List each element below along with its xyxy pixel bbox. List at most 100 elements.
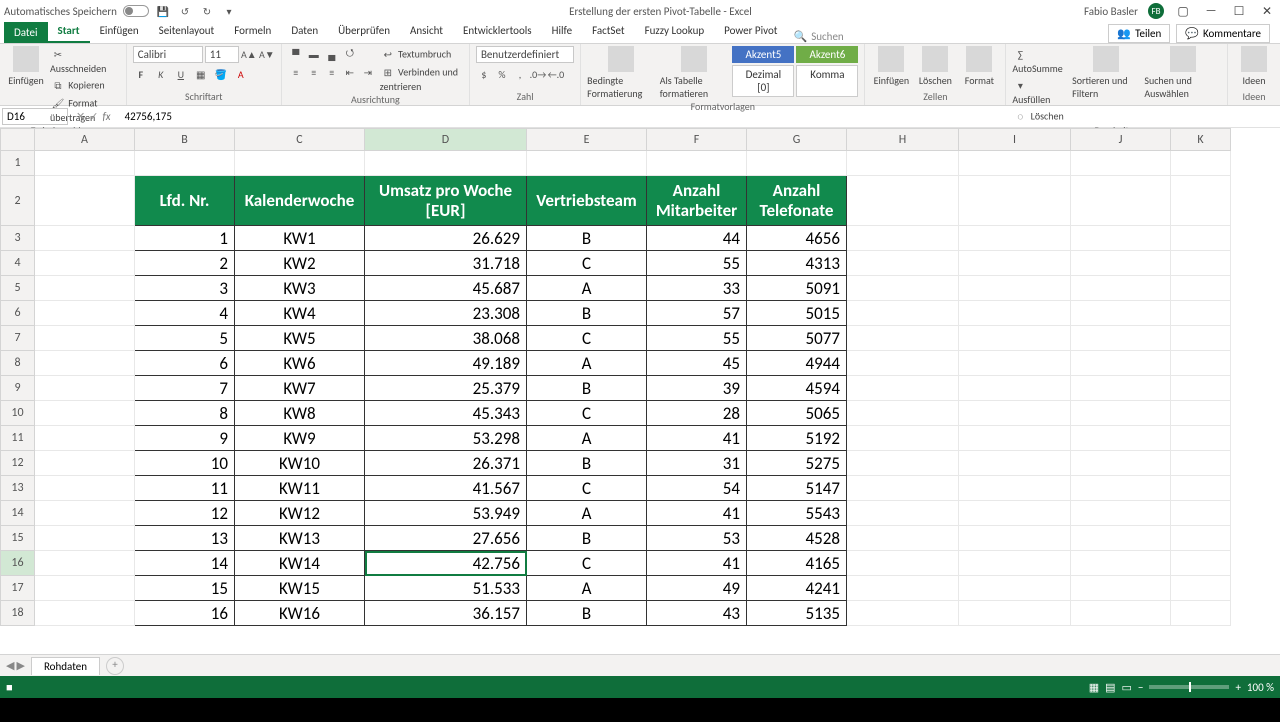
cell-B8[interactable]: 6: [135, 351, 235, 376]
cell-D5[interactable]: 45.687: [365, 276, 527, 301]
row-header[interactable]: 1: [1, 151, 35, 176]
zoom-out-icon[interactable]: −: [1138, 681, 1143, 694]
cell-A6[interactable]: [35, 301, 135, 326]
cell-D11[interactable]: 53.298: [365, 426, 527, 451]
cell-E16[interactable]: C: [527, 551, 647, 576]
merge-button[interactable]: ⊞ Verbinden und zentrieren: [380, 64, 463, 93]
cell-A12[interactable]: [35, 451, 135, 476]
increase-font-icon[interactable]: A▲: [241, 46, 257, 62]
cell-J16[interactable]: [1071, 551, 1171, 576]
cell-B17[interactable]: 15: [135, 576, 235, 601]
autosum-button[interactable]: ∑ AutoSumme: [1012, 46, 1068, 75]
currency-icon[interactable]: $: [476, 66, 492, 82]
cell-G8[interactable]: 4944: [747, 351, 847, 376]
cell-J17[interactable]: [1071, 576, 1171, 601]
sheet-next-icon[interactable]: ▶: [16, 659, 24, 672]
cell-G14[interactable]: 5543: [747, 501, 847, 526]
cell-D8[interactable]: 49.189: [365, 351, 527, 376]
bold-icon[interactable]: F: [133, 66, 149, 82]
cell-J6[interactable]: [1071, 301, 1171, 326]
cell-B2[interactable]: Lfd. Nr.: [135, 176, 235, 226]
cell-C17[interactable]: KW15: [235, 576, 365, 601]
cell-J4[interactable]: [1071, 251, 1171, 276]
cell-I1[interactable]: [959, 151, 1071, 176]
cell-H5[interactable]: [847, 276, 959, 301]
row-header[interactable]: 10: [1, 401, 35, 426]
tab-seitenlayout[interactable]: Seitenlayout: [149, 20, 225, 43]
autosave-toggle[interactable]: [123, 5, 149, 17]
cell-H18[interactable]: [847, 601, 959, 626]
cell-H3[interactable]: [847, 226, 959, 251]
cell-A7[interactable]: [35, 326, 135, 351]
col-header-B[interactable]: B: [135, 129, 235, 151]
cell-A10[interactable]: [35, 401, 135, 426]
cell-B4[interactable]: 2: [135, 251, 235, 276]
tab-entwicklertools[interactable]: Entwicklertools: [453, 20, 542, 43]
tab-daten[interactable]: Daten: [281, 20, 328, 43]
italic-icon[interactable]: K: [153, 66, 169, 82]
cell-E2[interactable]: Vertriebsteam: [527, 176, 647, 226]
tab-factset[interactable]: FactSet: [582, 20, 635, 43]
cell-B12[interactable]: 10: [135, 451, 235, 476]
name-box[interactable]: D16: [2, 108, 68, 125]
cell-B14[interactable]: 12: [135, 501, 235, 526]
cell-A4[interactable]: [35, 251, 135, 276]
cell-F4[interactable]: 55: [647, 251, 747, 276]
sort-filter-button[interactable]: Sortieren und Filtern: [1072, 46, 1140, 100]
cell-H14[interactable]: [847, 501, 959, 526]
cell-D10[interactable]: 45.343: [365, 401, 527, 426]
cell-C3[interactable]: KW1: [235, 226, 365, 251]
accept-formula-icon[interactable]: ✓: [89, 110, 98, 123]
cell-D15[interactable]: 27.656: [365, 526, 527, 551]
style-accent5[interactable]: Akzent5: [732, 46, 794, 63]
cell-G17[interactable]: 4241: [747, 576, 847, 601]
page-layout-view-icon[interactable]: ▤: [1105, 681, 1115, 694]
close-icon[interactable]: ✕: [1258, 4, 1276, 18]
format-as-table-button[interactable]: Als Tabelle formatieren: [660, 46, 729, 100]
cell-J11[interactable]: [1071, 426, 1171, 451]
insert-cells-button[interactable]: Einfügen: [871, 46, 911, 87]
cell-F14[interactable]: 41: [647, 501, 747, 526]
cell-G18[interactable]: 5135: [747, 601, 847, 626]
orientation-icon[interactable]: ⭯: [342, 46, 358, 62]
row-header[interactable]: 13: [1, 476, 35, 501]
cell-J7[interactable]: [1071, 326, 1171, 351]
cell-K3[interactable]: [1171, 226, 1231, 251]
cell-E18[interactable]: B: [527, 601, 647, 626]
cell-B18[interactable]: 16: [135, 601, 235, 626]
comma-icon[interactable]: ,: [512, 66, 528, 82]
copy-button[interactable]: ⧉ Kopieren: [50, 77, 120, 93]
row-header[interactable]: 11: [1, 426, 35, 451]
cell-C7[interactable]: KW5: [235, 326, 365, 351]
cell-J13[interactable]: [1071, 476, 1171, 501]
cell-A5[interactable]: [35, 276, 135, 301]
cell-J8[interactable]: [1071, 351, 1171, 376]
cell-C8[interactable]: KW6: [235, 351, 365, 376]
cell-G7[interactable]: 5077: [747, 326, 847, 351]
record-macro-icon[interactable]: ■: [6, 681, 13, 694]
cell-K7[interactable]: [1171, 326, 1231, 351]
user-avatar[interactable]: FB: [1148, 3, 1164, 19]
cell-K18[interactable]: [1171, 601, 1231, 626]
cell-I7[interactable]: [959, 326, 1071, 351]
cell-I8[interactable]: [959, 351, 1071, 376]
cell-C1[interactable]: [235, 151, 365, 176]
cell-H15[interactable]: [847, 526, 959, 551]
cell-G15[interactable]: 4528: [747, 526, 847, 551]
cell-F15[interactable]: 53: [647, 526, 747, 551]
number-format-select[interactable]: Benutzerdefiniert: [476, 46, 574, 63]
row-header[interactable]: 7: [1, 326, 35, 351]
cell-I15[interactable]: [959, 526, 1071, 551]
cell-K12[interactable]: [1171, 451, 1231, 476]
cell-E10[interactable]: C: [527, 401, 647, 426]
style-dezimal[interactable]: Dezimal [0]: [732, 65, 794, 97]
cell-H7[interactable]: [847, 326, 959, 351]
cell-H10[interactable]: [847, 401, 959, 426]
cell-H1[interactable]: [847, 151, 959, 176]
ideas-button[interactable]: Ideen: [1234, 46, 1274, 87]
cell-H17[interactable]: [847, 576, 959, 601]
cell-I13[interactable]: [959, 476, 1071, 501]
cell-I2[interactable]: [959, 176, 1071, 226]
cell-A11[interactable]: [35, 426, 135, 451]
tab-fuzzy lookup[interactable]: Fuzzy Lookup: [635, 20, 715, 43]
